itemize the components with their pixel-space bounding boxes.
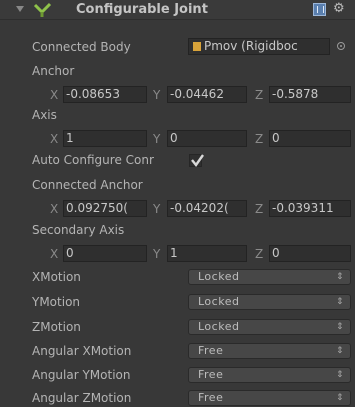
- secondary-axis-x-letter: X: [50, 247, 59, 261]
- zmotion-label: ZMotion: [32, 320, 81, 334]
- axis-z-field[interactable]: 0: [269, 130, 351, 147]
- angular-ymotion-value: Free: [198, 368, 224, 381]
- dropdown-arrow-icon: ⇕: [335, 346, 344, 356]
- axis-label: Axis: [32, 108, 57, 122]
- anchor-z-field[interactable]: -0.5878: [269, 86, 351, 103]
- connected-anchor-z-field[interactable]: -0.039311: [269, 200, 351, 217]
- connected-body-label: Connected Body: [32, 40, 131, 54]
- connected-anchor-x-letter: X: [50, 202, 59, 216]
- component-header[interactable]: Configurable Joint ⚙: [0, 0, 355, 20]
- ymotion-dropdown[interactable]: Locked ⇕: [188, 294, 351, 310]
- object-picker-icon[interactable]: [337, 42, 345, 50]
- rigidbody-icon: [193, 42, 201, 51]
- connected-body-field[interactable]: Pmov (Rigidboc: [188, 38, 330, 55]
- axis-y-field[interactable]: 0: [167, 130, 247, 147]
- xmotion-dropdown[interactable]: Locked ⇕: [188, 269, 351, 285]
- auto-configure-label: Auto Configure Conr: [32, 153, 154, 167]
- zmotion-value: Locked: [198, 320, 240, 333]
- xmotion-label: XMotion: [32, 270, 81, 284]
- ymotion-label: YMotion: [32, 295, 81, 309]
- secondary-axis-y-field[interactable]: 1: [167, 245, 247, 262]
- axis-y-letter: Y: [153, 132, 161, 146]
- anchor-label: Anchor: [32, 64, 75, 78]
- anchor-y-field[interactable]: -0.04462: [167, 86, 247, 103]
- connected-anchor-y-letter: Y: [153, 202, 161, 216]
- axis-x-letter: X: [50, 132, 59, 146]
- angular-ymotion-dropdown[interactable]: Free ⇕: [188, 367, 351, 383]
- help-book-icon[interactable]: [313, 3, 326, 16]
- secondary-axis-z-letter: Z: [255, 247, 264, 261]
- angular-zmotion-dropdown[interactable]: Free ⇕: [188, 390, 351, 406]
- secondary-axis-z-field[interactable]: 0: [269, 245, 351, 262]
- secondary-axis-y-letter: Y: [153, 247, 161, 261]
- anchor-x-letter: X: [50, 88, 59, 102]
- ymotion-value: Locked: [198, 295, 240, 308]
- component-title: Configurable Joint: [76, 2, 208, 17]
- connected-anchor-x-field[interactable]: 0.092750(: [63, 200, 147, 217]
- anchor-y-letter: Y: [153, 88, 161, 102]
- dropdown-arrow-icon: ⇕: [335, 393, 344, 403]
- dropdown-arrow-icon: ⇕: [335, 322, 344, 332]
- angular-xmotion-value: Free: [198, 344, 224, 357]
- secondary-axis-label: Secondary Axis: [32, 223, 125, 237]
- zmotion-dropdown[interactable]: Locked ⇕: [188, 319, 351, 335]
- secondary-axis-x-field[interactable]: 0: [63, 245, 147, 262]
- gear-icon[interactable]: ⚙: [333, 1, 345, 16]
- connected-anchor-label: Connected Anchor: [32, 178, 143, 192]
- fold-triangle-icon[interactable]: [16, 6, 24, 12]
- connected-anchor-z-letter: Z: [255, 202, 264, 216]
- angular-xmotion-dropdown[interactable]: Free ⇕: [188, 343, 351, 359]
- anchor-z-letter: Z: [255, 88, 264, 102]
- connected-body-value: Pmov (Rigidboc: [204, 39, 298, 53]
- angular-ymotion-label: Angular YMotion: [32, 368, 131, 382]
- xmotion-value: Locked: [198, 270, 240, 283]
- dropdown-arrow-icon: ⇕: [335, 370, 344, 380]
- axis-x-field[interactable]: 1: [63, 130, 147, 147]
- angular-xmotion-label: Angular XMotion: [32, 344, 132, 358]
- auto-configure-checkbox[interactable]: [189, 154, 204, 168]
- checkmark-icon: [191, 154, 204, 168]
- axis-z-letter: Z: [255, 132, 264, 146]
- connected-anchor-y-field[interactable]: -0.04202(: [167, 200, 247, 217]
- dropdown-arrow-icon: ⇕: [335, 297, 344, 307]
- angular-zmotion-value: Free: [198, 391, 224, 404]
- dropdown-arrow-icon: ⇕: [335, 272, 344, 282]
- anchor-x-field[interactable]: -0.08653: [63, 86, 147, 103]
- angular-zmotion-label: Angular ZMotion: [32, 391, 132, 405]
- joint-icon: [33, 2, 52, 17]
